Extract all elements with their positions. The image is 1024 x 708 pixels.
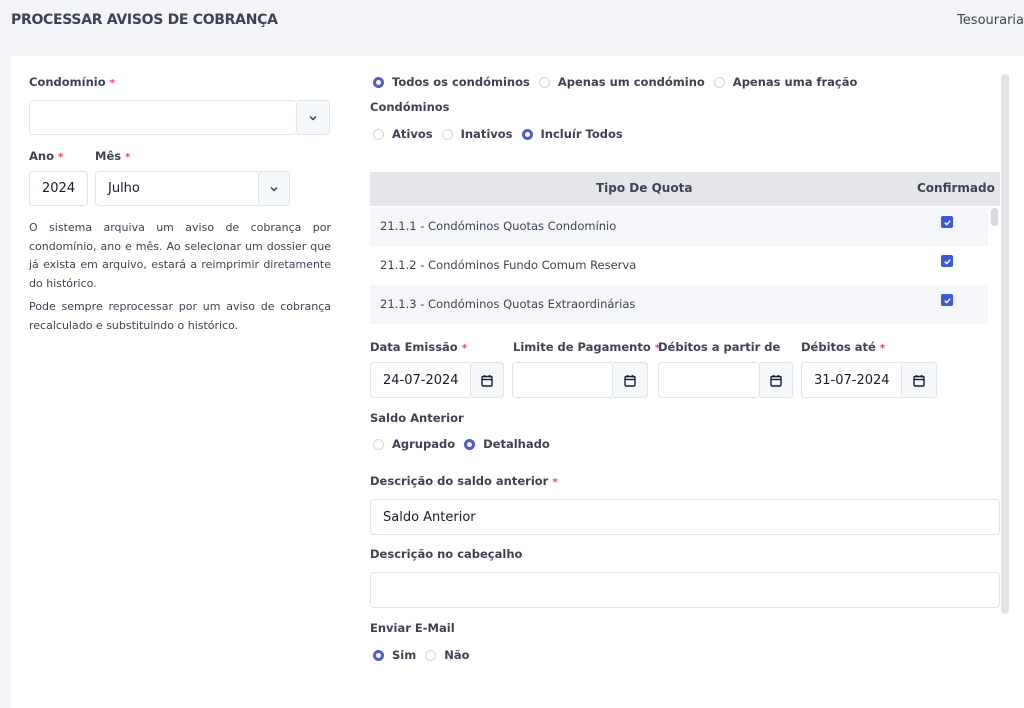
data-emissao-calendar-button[interactable]	[471, 362, 504, 398]
limite-pagamento-label: Limite de Pagamento *	[513, 340, 661, 354]
condominos-option-inativos[interactable]: Inativos	[441, 127, 513, 141]
debitos-ate-calendar-button[interactable]	[902, 362, 937, 398]
required-mark: *	[109, 78, 115, 89]
chevron-down-icon	[309, 115, 317, 121]
data-emissao-input[interactable]: 24-07-2024	[370, 362, 471, 398]
debitos-de-calendar-button[interactable]	[760, 362, 793, 398]
confirmed-checkbox[interactable]	[941, 216, 953, 228]
email-option-nao[interactable]: Não	[425, 648, 470, 662]
condominos-radio-group: Ativos Inativos Incluír Todos	[373, 127, 632, 141]
limite-pagamento-calendar-button[interactable]	[613, 362, 648, 398]
mes-label: Mês *	[95, 149, 131, 163]
quota-type-cell: 21.1.2 - Condóminos Fundo Comum Reserva	[380, 258, 637, 272]
help-text-archive: O sistema arquiva um aviso de cobrança p…	[29, 221, 331, 290]
radio-icon	[373, 438, 384, 450]
scope-option-todos[interactable]: Todos os condóminos	[373, 75, 530, 89]
limite-pagamento-input[interactable]	[512, 362, 613, 398]
scope-option-fracao[interactable]: Apenas uma fração	[713, 75, 857, 89]
check-icon	[943, 297, 951, 304]
quota-type-cell: 21.1.1 - Condóminos Quotas Condomínio	[380, 219, 617, 233]
confirmed-checkbox[interactable]	[941, 255, 953, 267]
descricao-cabecalho-label: Descrição no cabeçalho	[370, 547, 523, 561]
radio-icon	[425, 649, 437, 661]
condominio-label: Condomínio *	[29, 75, 115, 89]
mes-dropdown-button[interactable]	[259, 171, 290, 206]
table-row: 21.1.3 - Condóminos Quotas Extraordinári…	[370, 285, 988, 324]
radio-icon	[373, 128, 384, 140]
radio-selected-icon	[373, 649, 384, 661]
descricao-cabecalho-input[interactable]	[370, 572, 1000, 608]
email-option-sim[interactable]: Sim	[373, 648, 416, 662]
page-title: PROCESSAR AVISOS DE COBRANÇA	[11, 12, 278, 28]
condominos-label: Condóminos	[370, 100, 450, 114]
calendar-icon	[624, 374, 636, 387]
descricao-saldo-input[interactable]: Saldo Anterior	[370, 499, 1000, 535]
table-row: 21.1.1 - Condóminos Quotas Condomínio	[370, 207, 988, 246]
check-icon	[943, 219, 951, 226]
calendar-icon	[770, 374, 782, 387]
page-scrollbar[interactable]	[1001, 74, 1009, 614]
mes-select[interactable]: Julho	[95, 171, 259, 206]
radio-selected-icon	[373, 76, 384, 88]
condominos-option-ativos[interactable]: Ativos	[373, 127, 433, 141]
column-header-tipo[interactable]: Tipo De Quota	[596, 181, 692, 195]
confirmed-checkbox[interactable]	[941, 294, 953, 306]
enviar-email-label: Enviar E-Mail	[370, 621, 455, 635]
scope-radio-group: Todos os condóminos Apenas um condómino …	[373, 75, 866, 89]
ano-input[interactable]: 2024	[29, 171, 88, 206]
saldo-option-agrupado[interactable]: Agrupado	[373, 437, 455, 451]
calendar-icon	[913, 374, 925, 387]
quota-type-cell: 21.1.3 - Condóminos Quotas Extraordinári…	[380, 297, 636, 311]
radio-selected-icon	[521, 128, 533, 140]
chevron-down-icon	[270, 186, 278, 192]
debitos-de-label: Débitos a partir de	[658, 340, 781, 354]
debitos-ate-label: Débitos até *	[801, 340, 886, 354]
saldo-anterior-label: Saldo Anterior	[370, 411, 464, 425]
quota-table-header: Tipo De Quota Confirmado	[370, 172, 1000, 206]
top-bar: PROCESSAR AVISOS DE COBRANÇA Tesouraria	[0, 0, 1024, 52]
debitos-ate-input[interactable]: 31-07-2024	[801, 362, 902, 398]
descricao-saldo-label: Descrição do saldo anterior *	[370, 474, 558, 488]
condominio-dropdown-button[interactable]	[297, 100, 330, 135]
debitos-de-input[interactable]	[658, 362, 760, 398]
condominio-select[interactable]	[29, 100, 297, 135]
saldo-radio-group: Agrupado Detalhado	[373, 437, 559, 451]
radio-icon	[441, 128, 453, 140]
check-icon	[943, 258, 951, 265]
breadcrumb[interactable]: Tesouraria	[957, 13, 1024, 28]
table-row: 21.1.2 - Condóminos Fundo Comum Reserva	[370, 246, 988, 285]
ano-label: Ano *	[29, 149, 64, 163]
data-emissao-label: Data Emissão *	[370, 340, 467, 354]
radio-selected-icon	[464, 438, 476, 450]
radio-icon	[713, 76, 725, 88]
calendar-icon	[481, 374, 493, 387]
table-scrollbar[interactable]	[991, 208, 998, 226]
condominos-option-todos[interactable]: Incluír Todos	[521, 127, 623, 141]
email-radio-group: Sim Não	[373, 648, 479, 662]
saldo-option-detalhado[interactable]: Detalhado	[464, 437, 550, 451]
column-header-confirmado[interactable]: Confirmado	[917, 181, 995, 195]
radio-icon	[538, 76, 550, 88]
help-text-reprocess: Pode sempre reprocessar por um aviso de …	[29, 300, 331, 332]
scope-option-um-condomino[interactable]: Apenas um condómino	[538, 75, 705, 89]
